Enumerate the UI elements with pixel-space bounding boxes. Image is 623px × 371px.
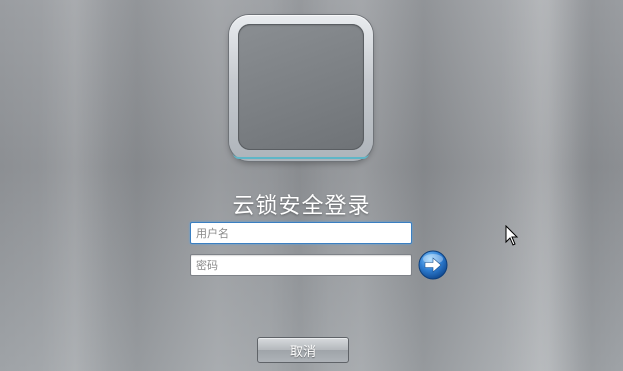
- background-streak: [500, 0, 580, 371]
- password-input[interactable]: [190, 254, 412, 276]
- user-avatar-frame: [229, 15, 373, 161]
- submit-login-button[interactable]: [418, 250, 448, 280]
- login-title: 云锁安全登录: [232, 194, 371, 219]
- mouse-cursor-icon: [505, 225, 519, 246]
- background-streak: [40, 0, 110, 371]
- arrow-right-icon: [418, 250, 448, 280]
- username-input[interactable]: [190, 222, 412, 244]
- user-avatar: [238, 24, 364, 150]
- cancel-button[interactable]: 取消: [257, 337, 349, 363]
